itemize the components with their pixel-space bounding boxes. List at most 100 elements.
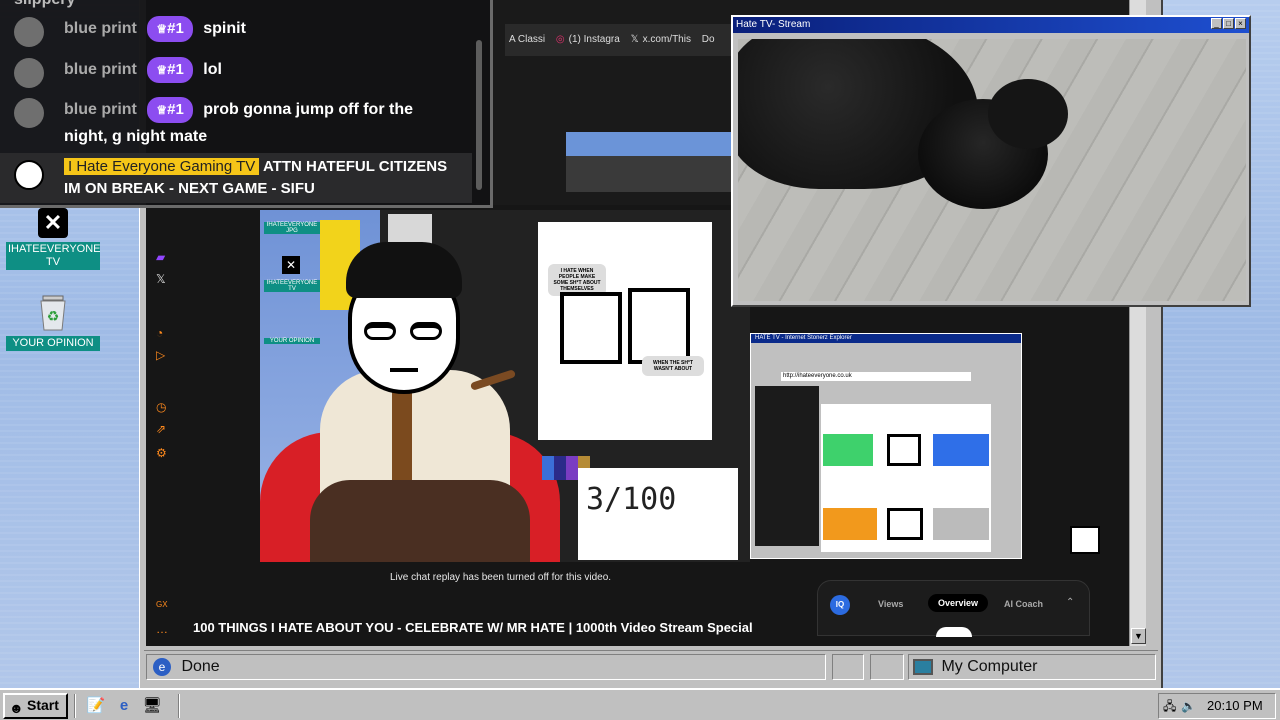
taskbar: ☻ Start 📝 e 🖥 🖧 🔈 20:10 PM bbox=[0, 688, 1280, 720]
share-icon[interactable]: ⇗ bbox=[156, 422, 166, 436]
taskbar-divider bbox=[178, 694, 180, 718]
mini-icon-label: IHATEEVERYONE TV bbox=[264, 280, 320, 292]
desktop-icon[interactable]: 🖥 bbox=[141, 695, 163, 717]
chat-partial-line: slippery bbox=[14, 0, 454, 13]
dog-paw bbox=[988, 79, 1068, 149]
corner-face-icon bbox=[1070, 526, 1100, 554]
bw-face-icon bbox=[887, 434, 921, 466]
analytics-panel: IQ Views Overview AI Coach ⌃ bbox=[817, 580, 1090, 637]
inner-page-sidebar bbox=[755, 386, 819, 546]
chat-message: blue print ♕#1 prob gonna jump off for t… bbox=[14, 96, 454, 150]
blue-face-icon bbox=[933, 434, 989, 466]
ie-icon[interactable]: e bbox=[113, 695, 135, 717]
host-avatar bbox=[14, 160, 44, 190]
tab-x[interactable]: x.com/This bbox=[643, 34, 691, 45]
ie-page-icon: e bbox=[153, 657, 171, 676]
iq-logo-icon: IQ bbox=[830, 595, 850, 615]
stream-title-bar[interactable]: Hate TV- Stream _ □ × bbox=[733, 17, 1249, 33]
chat-overlay: slippery blue print ♕#1 spinit blue prin… bbox=[0, 0, 493, 208]
speech-bubble: WHEN THE SH*T WASN'T ABOUT bbox=[642, 356, 704, 376]
chat-message: blue print ♕#1 spinit bbox=[14, 15, 454, 47]
crown-icon: ♕ bbox=[156, 22, 168, 36]
instagram-icon: ◎ bbox=[555, 34, 565, 45]
minimize-button[interactable]: _ bbox=[1211, 18, 1222, 29]
rank-badge: ♕#1 bbox=[147, 57, 193, 83]
start-logo-icon: ☻ bbox=[9, 700, 24, 716]
desktop: ✕ IHATEEVERYONE TV ♻ YOUR OPINION ▼ e Do… bbox=[0, 0, 1280, 720]
editor-strip-blue bbox=[566, 132, 736, 156]
recycle-bin-icon: ♻ bbox=[37, 292, 69, 332]
status-zone: My Computer bbox=[908, 654, 1156, 680]
computer-icon bbox=[913, 658, 933, 675]
orange-face-icon bbox=[823, 508, 877, 540]
pinned-message: I Hate Everyone Gaming TV ATTN HATEFUL C… bbox=[14, 156, 454, 200]
avatar bbox=[14, 98, 44, 128]
clock[interactable]: 20:10 PM bbox=[1207, 694, 1263, 718]
tab-ai-coach[interactable]: AI Coach bbox=[1004, 599, 1043, 609]
close-button[interactable]: × bbox=[1235, 18, 1246, 29]
grey-face-icon bbox=[933, 508, 989, 540]
avatar bbox=[14, 58, 44, 88]
chat-scrollbar[interactable] bbox=[476, 40, 482, 190]
inner-meme-grid bbox=[821, 404, 991, 552]
x-icon[interactable]: 𝕏 bbox=[156, 272, 166, 286]
chevron-up-icon[interactable]: ⌃ bbox=[1066, 597, 1074, 608]
browser-tab-strip: A Classi ◎ (1) Instagra 𝕏x.com/This Do bbox=[505, 24, 740, 56]
mini-icon-label: IHATEEVERYONE JPG bbox=[264, 222, 320, 234]
status-left: e Done bbox=[146, 654, 826, 680]
stream-title: Hate TV- Stream bbox=[736, 19, 811, 30]
history-icon[interactable]: ◷ bbox=[156, 400, 166, 414]
status-bar: e Done My Computer bbox=[144, 650, 1158, 682]
taskbar-divider bbox=[74, 694, 76, 718]
tab-do[interactable]: Do bbox=[702, 34, 715, 45]
play-icon[interactable]: ▷ bbox=[156, 348, 165, 362]
gear-icon[interactable]: ⚙ bbox=[156, 446, 167, 460]
tab-classic[interactable]: A Classi bbox=[509, 34, 545, 45]
start-button[interactable]: ☻ Start bbox=[3, 693, 68, 719]
desktop-icon-your-opinion[interactable]: ♻ YOUR OPINION bbox=[6, 292, 100, 351]
meme-face-left bbox=[560, 292, 622, 364]
streamer-name: I Hate Everyone Gaming TV bbox=[64, 158, 260, 175]
video-sidenav: ▰ 𝕏 ◔ ▷ ◷ ⇗ ⚙ GX … bbox=[152, 240, 174, 640]
twitch-icon[interactable]: ▰ bbox=[156, 250, 165, 264]
chat-message: blue print ♕#1 lol bbox=[14, 56, 454, 88]
network-icon[interactable]: 🖧 bbox=[1163, 694, 1176, 718]
live-chat-notice: Live chat replay has been turned off for… bbox=[390, 572, 612, 583]
desktop-icon-label: IHATEEVERYONE TV bbox=[6, 242, 101, 270]
maximize-button[interactable]: □ bbox=[1223, 18, 1234, 29]
notepad-icon[interactable]: 📝 bbox=[85, 695, 107, 717]
status-pane bbox=[832, 654, 864, 680]
gx-icon[interactable]: GX bbox=[156, 600, 168, 609]
host-legs bbox=[310, 480, 530, 562]
tab-overview[interactable]: Overview bbox=[928, 594, 989, 612]
hate-counter: 3/100 bbox=[578, 468, 738, 560]
crown-icon: ♕ bbox=[156, 103, 168, 117]
inner-browser-window: HATE TV - Internet Stonerz Explorer http… bbox=[750, 333, 1022, 559]
host-head bbox=[346, 242, 462, 394]
paint-canvas: I HATE WHEN PEOPLE MAKE SOME SH*T ABOUT … bbox=[538, 222, 712, 440]
green-face-icon bbox=[823, 434, 873, 466]
inner-window-title: HATE TV - Internet Stonerz Explorer bbox=[751, 334, 1021, 343]
rank-badge: ♕#1 bbox=[147, 97, 193, 123]
mini-x-icon: ✕ bbox=[282, 256, 300, 274]
webcam-feed bbox=[738, 39, 1246, 301]
scroll-down-button[interactable]: ▼ bbox=[1131, 628, 1146, 644]
desktop-icon-ihateeveryone-tv[interactable]: ✕ IHATEEVERYONE TV bbox=[6, 208, 101, 270]
tab-instagram[interactable]: (1) Instagra bbox=[569, 34, 620, 45]
video-title: 100 THINGS I HATE ABOUT YOU - CELEBRATE … bbox=[193, 620, 753, 635]
svg-text:♻: ♻ bbox=[47, 308, 60, 324]
avatar bbox=[14, 17, 44, 47]
x-icon: 𝕏 bbox=[630, 34, 639, 45]
system-tray: 🖧 🔈 20:10 PM bbox=[1158, 693, 1276, 719]
bw-face-icon bbox=[887, 508, 923, 540]
rank-badge: ♕#1 bbox=[147, 16, 193, 42]
stream-window[interactable]: Hate TV- Stream _ □ × bbox=[731, 15, 1251, 307]
avatar-icon bbox=[936, 627, 972, 637]
tab-views[interactable]: Views bbox=[878, 599, 903, 609]
mini-icon-label: YOUR OPINION bbox=[264, 338, 320, 344]
more-icon[interactable]: … bbox=[156, 622, 168, 636]
clock-icon[interactable]: ◔ bbox=[156, 326, 163, 340]
inner-address-bar: http://ihateeveryone.co.uk bbox=[781, 372, 971, 381]
volume-icon[interactable]: 🔈 bbox=[1181, 694, 1196, 718]
status-pane bbox=[870, 654, 904, 680]
